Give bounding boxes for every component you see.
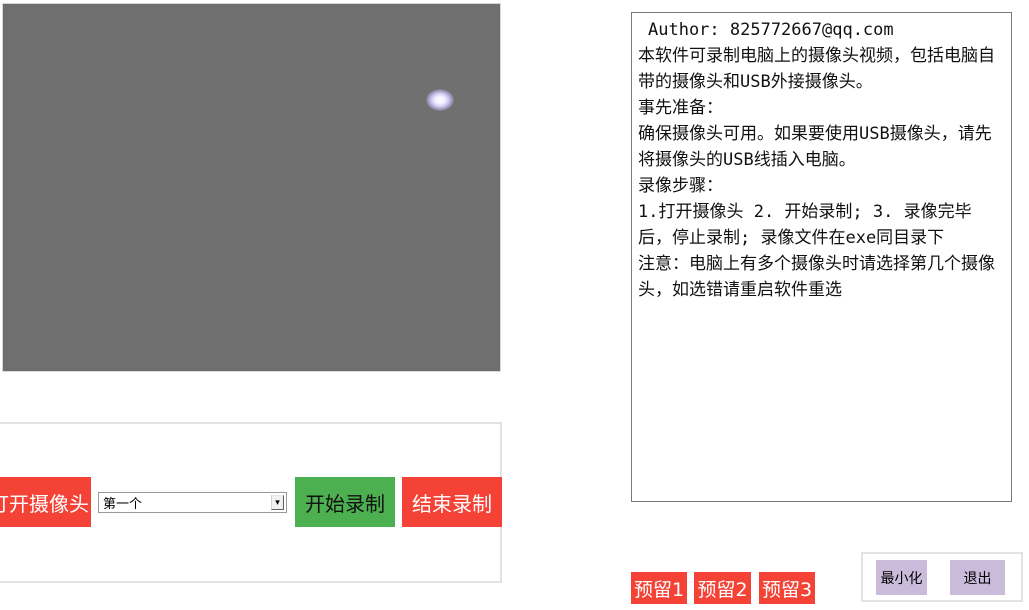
light-spot [426,89,454,111]
camera-feed [6,7,497,368]
instructions-text: 本软件可录制电脑上的摄像头视频，包括电脑自带的摄像头和USB外接摄像头。 事先准… [638,46,995,300]
start-record-button[interactable]: 开始录制 [295,477,395,527]
open-camera-button[interactable]: 打开摄像头 [0,477,91,527]
reserve-2-button[interactable]: 预留2 [694,572,751,604]
info-text-box[interactable]: Author: 825772667@qq.com 本软件可录制电脑上的摄像头视频… [631,12,1012,502]
camera-select[interactable]: 第一个 ▾ [98,492,287,513]
reserve-1-button[interactable]: 预留1 [631,572,687,604]
camera-select-value: 第一个 [103,497,143,512]
reserve-3-button[interactable]: 预留3 [759,572,815,604]
author-line: Author: 825772667@qq.com [648,20,894,40]
minimize-button[interactable]: 最小化 [876,560,927,595]
stop-record-button[interactable]: 结束录制 [402,477,502,527]
dropdown-arrow-icon[interactable]: ▾ [271,495,284,510]
exit-button[interactable]: 退出 [950,560,1005,595]
camera-preview [2,3,501,372]
